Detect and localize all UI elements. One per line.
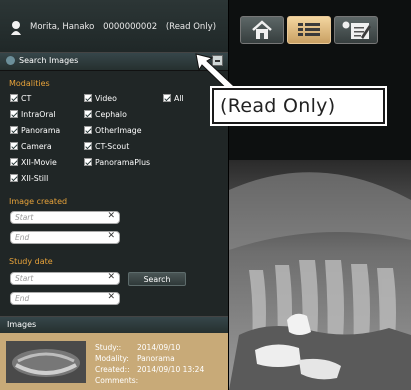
checkbox-label: Cephalo — [95, 110, 127, 119]
study-date-end-input[interactable] — [15, 293, 101, 304]
comments-row: Comments: — [95, 376, 139, 385]
list-icon — [298, 23, 320, 36]
checkbox-label: IntraOral — [21, 110, 56, 119]
image-created-end-field[interactable]: ✕ — [10, 231, 120, 244]
checkbox-label: XII-Still — [21, 174, 49, 183]
checkbox-icon[interactable] — [84, 158, 92, 166]
checkbox-ct-scout[interactable]: CT-Scout — [84, 142, 129, 151]
checkbox-cephalo[interactable]: Cephalo — [84, 110, 127, 119]
image-list-item[interactable]: Study:: 2014/09/10 Modality: Panorama Crea… — [0, 333, 228, 390]
home-button[interactable] — [240, 16, 284, 44]
clear-icon[interactable]: ✕ — [107, 272, 115, 282]
checkbox-label: All — [174, 94, 184, 103]
home-icon — [252, 20, 272, 39]
modality-row: Modality: Panorama — [95, 354, 175, 363]
image-created-end-input[interactable] — [15, 232, 101, 243]
read-only-status: (Read Only) — [165, 22, 217, 32]
study-date-start-input[interactable] — [15, 273, 101, 284]
search-images-title: Search Images — [19, 56, 79, 65]
checkbox-icon[interactable] — [10, 174, 18, 182]
search-button[interactable]: Search — [128, 272, 186, 286]
checkbox-icon[interactable] — [84, 126, 92, 134]
modality-value: Panorama — [137, 354, 175, 363]
edit-button[interactable] — [334, 16, 378, 44]
xray-image[interactable] — [229, 160, 411, 390]
checkbox-intraoral[interactable]: IntraOral — [10, 110, 56, 119]
checkbox-icon[interactable] — [10, 126, 18, 134]
created-value: 2014/09/10 13:24 — [137, 365, 205, 374]
checkbox-icon[interactable] — [84, 110, 92, 118]
checkbox-video[interactable]: Video — [84, 94, 117, 103]
checkbox-xii-still[interactable]: XII-Still — [10, 174, 48, 183]
study-row: Study:: 2014/09/10 — [95, 343, 180, 352]
checkbox-icon[interactable] — [10, 158, 18, 166]
checkbox-label: CT — [21, 94, 32, 103]
images-title: Images — [7, 320, 37, 329]
checkbox-label: XII-Movie — [21, 158, 57, 167]
checkbox-all[interactable]: All — [163, 94, 184, 103]
checkbox-label: OtherImage — [95, 126, 142, 135]
checkbox-otherimage[interactable]: OtherImage — [84, 126, 142, 135]
comments-key: Comments: — [95, 376, 139, 385]
image-created-label: Image created — [9, 197, 68, 206]
checkbox-panorama[interactable]: Panorama — [10, 126, 60, 135]
checkbox-xii-movie[interactable]: XII-Movie — [10, 158, 57, 167]
study-date-end-field[interactable]: ✕ — [10, 292, 120, 305]
chevron-down-icon[interactable] — [6, 56, 15, 65]
checkbox-panoramaplus[interactable]: PanoramaPlus — [84, 158, 150, 167]
checkbox-icon[interactable] — [10, 142, 18, 150]
checkbox-label: Camera — [21, 142, 52, 151]
checkbox-label: PanoramaPlus — [95, 158, 151, 167]
clear-icon[interactable]: ✕ — [107, 292, 115, 302]
images-header: Images — [0, 316, 228, 333]
clear-icon[interactable]: ✕ — [107, 211, 115, 221]
panorama-thumbnail[interactable] — [6, 341, 86, 383]
checkbox-label: Video — [95, 94, 117, 103]
study-date-label: Study date — [9, 257, 53, 266]
study-date-start-field[interactable]: ✕ — [10, 272, 120, 285]
checkbox-icon[interactable] — [10, 94, 18, 102]
modalities-label: Modalities — [9, 79, 50, 88]
created-row: Created:: 2014/09/10 13:24 — [95, 365, 204, 374]
modality-key: Modality: — [95, 354, 129, 363]
image-created-start-input[interactable] — [15, 212, 101, 223]
study-value: 2014/09/10 — [137, 343, 181, 352]
checkbox-icon[interactable] — [10, 110, 18, 118]
checkbox-icon[interactable] — [84, 142, 92, 150]
checkbox-camera[interactable]: Camera — [10, 142, 52, 151]
checkbox-ct[interactable]: CT — [10, 94, 31, 103]
checkbox-label: Panorama — [21, 126, 61, 135]
checkbox-icon[interactable] — [163, 94, 171, 102]
patient-avatar-icon — [11, 21, 21, 35]
image-created-start-field[interactable]: ✕ — [10, 211, 120, 224]
read-only-callout: (Read Only) — [212, 88, 385, 124]
created-key: Created:: — [95, 365, 130, 374]
edit-icon — [342, 21, 371, 39]
checkbox-icon[interactable] — [84, 94, 92, 102]
clear-icon[interactable]: ✕ — [107, 231, 115, 241]
image-list-button[interactable] — [287, 16, 331, 44]
study-key: Study:: — [95, 343, 122, 352]
patient-name: Morita, Hanako — [30, 22, 95, 32]
patient-info: Morita, Hanako 0000000002 (Read Only) — [30, 22, 222, 32]
checkbox-label: CT-Scout — [95, 142, 130, 151]
patient-id: 0000000002 — [103, 22, 158, 32]
